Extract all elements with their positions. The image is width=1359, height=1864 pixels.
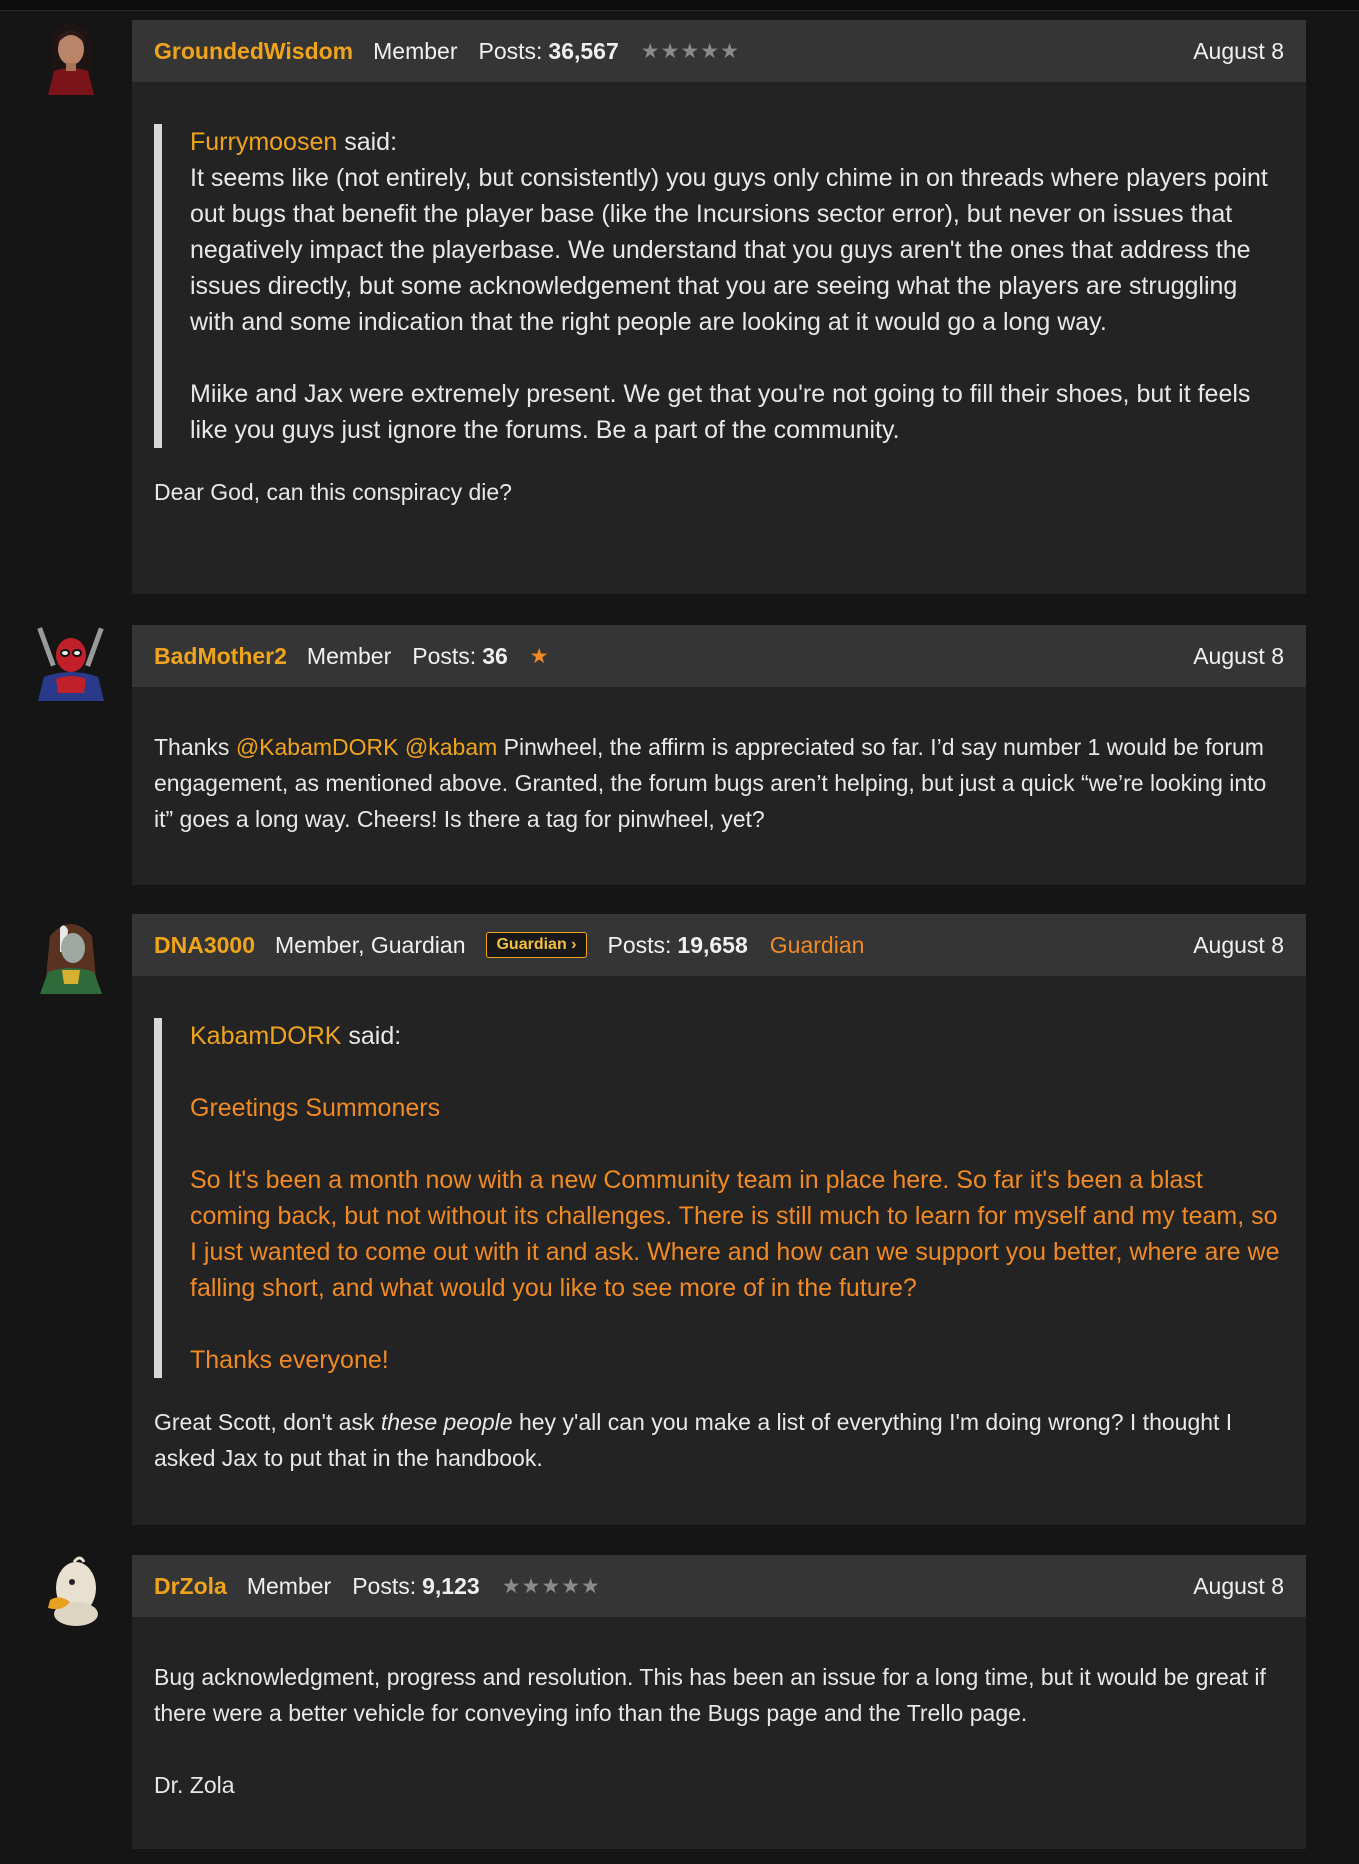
rank-title: Guardian <box>769 931 865 958</box>
posts-label: Posts: <box>478 37 543 64</box>
text-fragment: Thanks <box>154 734 236 760</box>
posts-count: 36,567 <box>548 37 619 64</box>
post-header: DNA3000 Member, Guardian Guardian › Post… <box>132 914 1306 976</box>
post-date[interactable]: August 8 <box>1193 932 1284 959</box>
posts-count: 9,123 <box>422 1572 480 1599</box>
posts-label: Posts: <box>412 642 477 669</box>
post-text: Thanks @KabamDORK @kabam Pinwheel, the a… <box>154 729 1284 837</box>
quote-paragraph: Thanks everyone! <box>190 1346 389 1374</box>
rank-stars-icon: ★★★★★ <box>501 1574 601 1598</box>
post-header: DrZola Member Posts: 9,123 ★★★★★ August … <box>132 1555 1306 1617</box>
post-header: GroundedWisdom Member Posts: 36,567 ★★★★… <box>132 20 1306 82</box>
blockquote: KabamDORK said: Greetings Summoners So I… <box>154 1018 1284 1378</box>
post-body: Bug acknowledgment, progress and resolut… <box>132 1617 1306 1803</box>
post-card: BadMother2 Member Posts: 36 ★ August 8 T… <box>132 625 1306 885</box>
avatar[interactable] <box>30 912 112 994</box>
top-bar <box>0 0 1359 11</box>
quote-author-link[interactable]: Furrymoosen <box>190 128 337 156</box>
emphasis-text: these people <box>380 1409 513 1435</box>
mention-link[interactable]: @kabam <box>405 734 497 760</box>
quote-paragraph: Greetings Summoners <box>190 1094 441 1122</box>
quote-said: said: <box>344 128 398 156</box>
avatar[interactable] <box>30 619 112 701</box>
post-signature: Dr. Zola <box>154 1772 235 1798</box>
mention-link[interactable]: @KabamDORK <box>236 734 399 760</box>
post-card: DNA3000 Member, Guardian Guardian › Post… <box>132 914 1306 1525</box>
posts-label: Posts: <box>607 931 672 958</box>
author-link[interactable]: BadMother2 <box>154 643 287 670</box>
post-date[interactable]: August 8 <box>1193 643 1284 670</box>
posts-label: Posts: <box>352 1572 417 1599</box>
avatar-dr-zola-icon <box>30 1548 112 1630</box>
post-body: Thanks @KabamDORK @kabam Pinwheel, the a… <box>132 687 1306 837</box>
posts-count: 36 <box>482 642 508 669</box>
author-link[interactable]: DrZola <box>154 1573 227 1600</box>
post-body: KabamDORK said: Greetings Summoners So I… <box>132 976 1306 1476</box>
quote-said: said: <box>348 1022 402 1050</box>
user-role: Member <box>373 37 458 64</box>
user-role: Member <box>306 642 392 669</box>
avatar-grounded-wisdom-icon <box>30 13 112 95</box>
avatar-bad-mother2-icon <box>30 619 112 701</box>
post-date[interactable]: August 8 <box>1193 38 1284 65</box>
author-link[interactable]: DNA3000 <box>154 932 255 959</box>
guardian-badge[interactable]: Guardian › <box>486 932 587 958</box>
avatar[interactable] <box>30 13 112 95</box>
post-header: BadMother2 Member Posts: 36 ★ August 8 <box>132 625 1306 687</box>
posts-count: 19,658 <box>677 931 748 958</box>
text-fragment: Great Scott, don't ask <box>154 1409 381 1435</box>
post-card: DrZola Member Posts: 9,123 ★★★★★ August … <box>132 1555 1306 1849</box>
quote-paragraph: Miike and Jax were extremely present. We… <box>190 380 1251 444</box>
quote-paragraph: So It's been a month now with a new Comm… <box>190 1166 1280 1302</box>
rank-star-icon: ★ <box>529 644 549 668</box>
post-text: Great Scott, don't ask these people hey … <box>154 1404 1284 1476</box>
author-link[interactable]: GroundedWisdom <box>154 38 353 65</box>
user-role: Member <box>246 1572 332 1599</box>
post-date[interactable]: August 8 <box>1193 1573 1284 1600</box>
blockquote: Furrymoosen said: It seems like (not ent… <box>154 124 1284 448</box>
user-role: Member, Guardian <box>275 931 466 958</box>
post-card: GroundedWisdom Member Posts: 36,567 ★★★★… <box>132 20 1306 594</box>
post-text: Bug acknowledgment, progress and resolut… <box>154 1664 1266 1726</box>
quote-author-link[interactable]: KabamDORK <box>190 1022 341 1050</box>
avatar[interactable] <box>30 1548 112 1630</box>
post-body: Furrymoosen said: It seems like (not ent… <box>132 82 1306 510</box>
post-text: Dear God, can this conspiracy die? <box>154 479 512 505</box>
quote-paragraph: It seems like (not entirely, but consist… <box>190 164 1268 336</box>
avatar-dna3000-icon <box>30 912 112 994</box>
rank-stars-icon: ★★★★★ <box>640 39 740 63</box>
